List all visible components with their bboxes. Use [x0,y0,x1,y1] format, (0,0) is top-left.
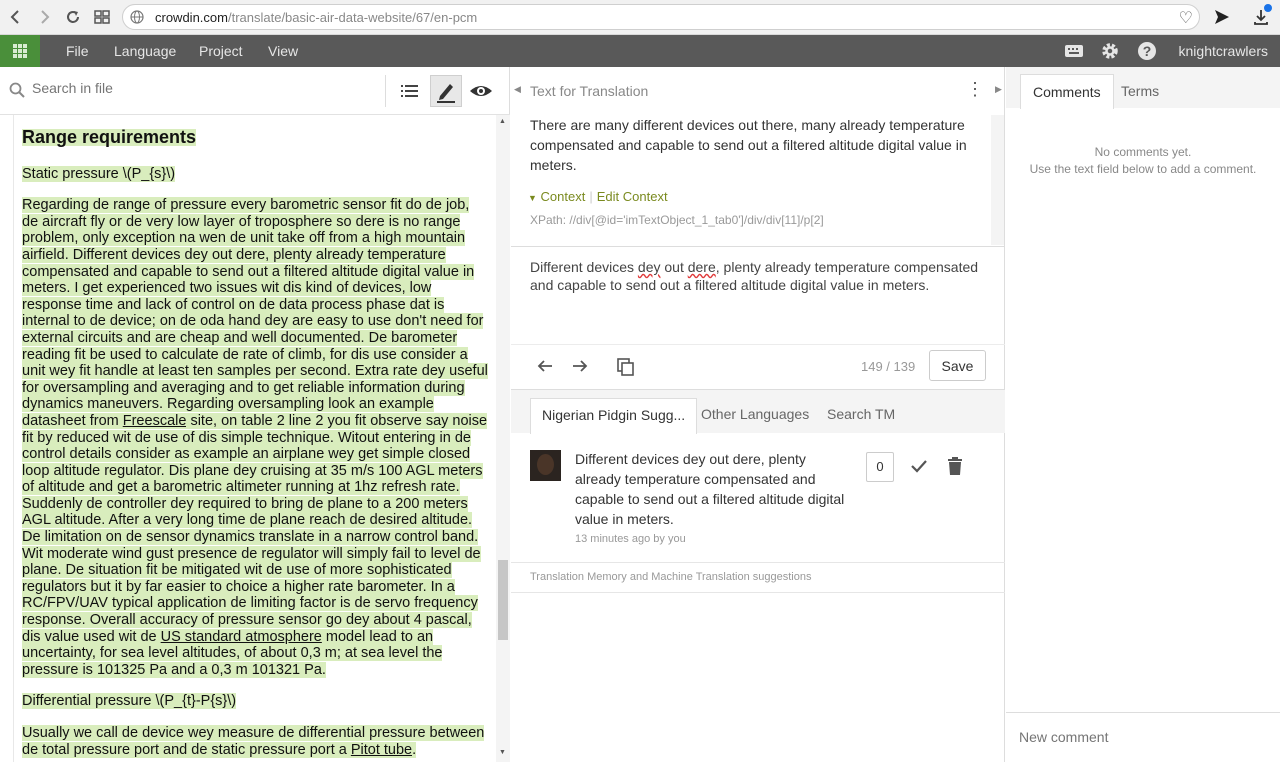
comments-tabs: Comments Terms [1006,67,1280,109]
new-comment-box [1006,712,1280,762]
browser-toolbar: crowdin.com/translate/basic-air-data-web… [0,0,1280,35]
address-bar[interactable]: crowdin.com/translate/basic-air-data-web… [122,4,1200,30]
search-input[interactable] [32,80,332,96]
gear-icon[interactable] [1100,41,1120,66]
doc-paragraph: Usually we call de device wey measure de… [22,725,485,758]
file-search-bar [0,67,510,115]
context-row: ▼ Context | Edit Context [528,189,668,204]
source-document-panel: Range requirements Static pressure \(P_{… [0,67,510,762]
menu-language[interactable]: Language [114,43,176,59]
context-toggle[interactable]: ▼ Context [528,189,585,204]
edit-context-link[interactable]: Edit Context [597,189,668,204]
us-atmosphere-link[interactable]: US standard atmosphere [160,628,322,645]
app-header: File Language Project View ? knightcrawl… [0,35,1280,67]
apps-grid-icon[interactable] [0,35,40,67]
copy-source-icon[interactable] [616,357,636,382]
tab-search-tm[interactable]: Search TM [816,398,906,434]
list-icon [401,85,418,97]
divider [511,246,1005,247]
more-options-icon[interactable]: ⋮ [966,80,984,98]
svg-text:?: ? [1143,43,1152,59]
arrow-left-icon[interactable] [536,357,554,380]
translation-actions: 149 / 139 Save [511,345,1005,389]
scroll-down-icon[interactable]: ▼ [499,749,506,756]
translation-textarea[interactable]: Different devices dey out dere, plenty a… [530,258,980,294]
forward-icon[interactable] [34,7,54,27]
approve-check-icon[interactable] [909,456,929,481]
globe-icon [130,10,144,24]
suggestion-meta: 13 minutes ago by you [575,533,686,545]
avatar [530,450,561,481]
document-scrollbar[interactable]: ▲ ▼ [496,115,510,762]
send-icon[interactable] [1213,8,1231,31]
preview-mode-button[interactable] [465,75,497,107]
eye-icon [470,86,492,96]
tm-mt-note: Translation Memory and Machine Translati… [530,571,812,583]
translation-panel-header: ◀ Text for Translation ⋮ ▶ [511,67,1005,115]
keyboard-icon[interactable] [1064,43,1084,64]
suggestion-text[interactable]: Different devices dey out dere, plenty a… [575,449,855,529]
empty-comments-message: No comments yet. Use the text field belo… [1029,145,1257,176]
menu-file[interactable]: File [66,43,89,59]
source-text: There are many different devices out the… [530,117,967,173]
doc-subheading-differential[interactable]: Differential pressure \(P_{t}-P{s}\) [22,693,488,710]
edit-mode-button[interactable] [430,75,462,107]
scrollbar-thumb[interactable] [498,560,508,640]
divider [511,592,1005,593]
tab-comments[interactable]: Comments [1020,74,1114,109]
doc-paragraph: Regarding de range of pressure every bar… [22,197,488,678]
back-icon[interactable] [6,7,26,27]
new-comment-input[interactable] [1019,729,1259,745]
list-view-button[interactable] [393,75,425,107]
comments-panel: Comments Terms No comments yet. Use the … [1006,67,1280,762]
toolbar-divider [385,75,386,107]
tabs-grid-icon[interactable] [92,7,112,27]
pencil-icon [437,84,455,103]
doc-string[interactable]: De situation fit be mitigated wit de use… [22,562,452,595]
char-counter: 149 / 139 [861,359,916,374]
menu-project[interactable]: Project [199,43,243,59]
delete-trash-icon[interactable] [946,456,964,481]
doc-heading: Range requirements [22,127,197,147]
download-badge [1264,4,1272,12]
collapse-right-icon[interactable]: ▶ [995,84,1002,95]
doc-subheading-static[interactable]: Static pressure \(P_{s}\) [22,165,488,183]
vote-count[interactable]: 0 [866,452,894,482]
tab-nigerian-pidgin-suggestions[interactable]: Nigerian Pidgin Sugg... [530,398,698,434]
source-scrollbar[interactable] [991,115,1004,245]
menu-view[interactable]: View [268,43,298,59]
tab-other-languages[interactable]: Other Languages [690,398,820,434]
panel-title: Text for Translation [530,83,649,99]
help-icon[interactable]: ? [1137,41,1157,66]
collapse-left-icon[interactable]: ◀ [514,84,521,95]
freescale-link[interactable]: Freescale [122,412,187,429]
bookmark-heart-icon[interactable]: ♡ [1179,8,1193,28]
xpath-text: XPath: //div[@id='imTextObject_1_tab0']/… [530,213,824,227]
search-icon [9,82,25,98]
pitot-tube-link[interactable]: Pitot tube [350,741,413,758]
user-name[interactable]: knightcrawlers [1179,43,1268,59]
reload-icon[interactable] [63,7,83,27]
url-text: crowdin.com/translate/basic-air-data-web… [155,10,478,25]
source-document: Range requirements Static pressure \(P_{… [13,115,495,762]
save-button[interactable]: Save [929,350,986,381]
suggestion-tabs: Nigerian Pidgin Sugg... Other Languages … [511,389,1005,434]
translation-panel: ◀ Text for Translation ⋮ ▶ There are man… [511,67,1005,762]
scroll-up-icon[interactable]: ▲ [499,118,506,125]
arrow-right-icon[interactable] [571,357,589,380]
suggestion-item[interactable]: Different devices dey out dere, plenty a… [511,433,1005,563]
tab-terms[interactable]: Terms [1109,74,1171,109]
caret-down-icon: ▼ [528,193,537,203]
doc-string[interactable]: After a very long time de plane reach de… [105,512,473,529]
doc-string[interactable]: De limitation on de sensor dynamics tran… [22,529,479,546]
